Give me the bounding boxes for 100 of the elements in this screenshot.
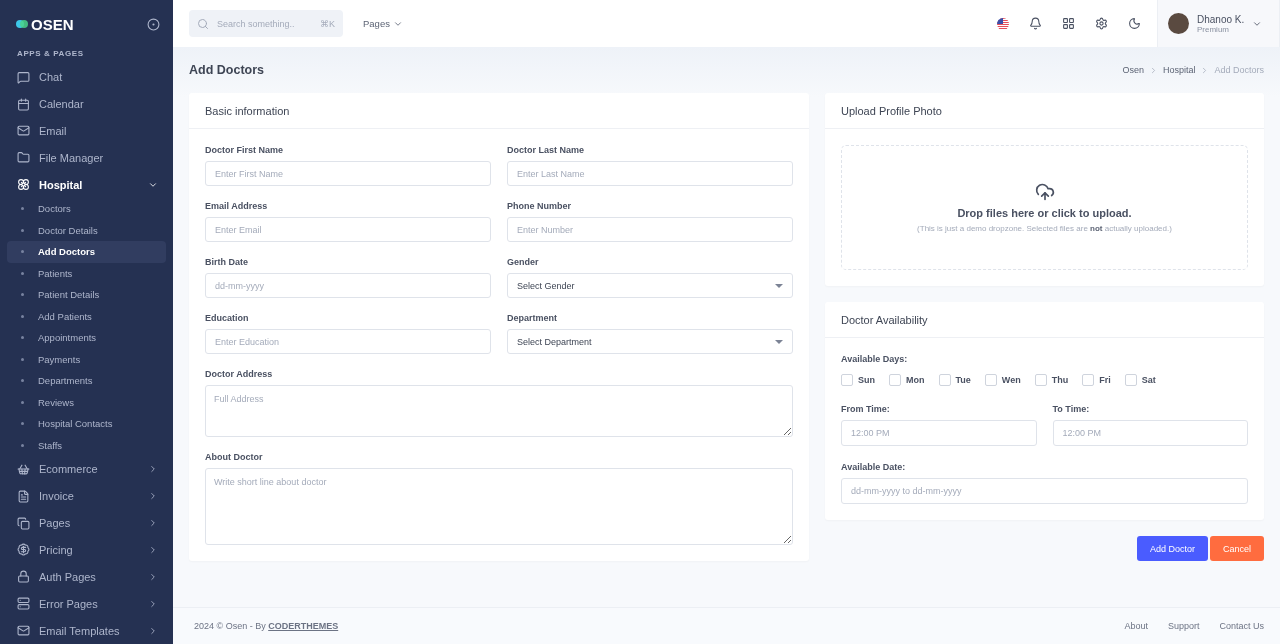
sidebar-item[interactable]: Pages — [7, 509, 166, 537]
chevron-icon — [148, 598, 158, 609]
sidebar-subitem[interactable]: Add Doctors — [7, 241, 166, 263]
moon-icon[interactable] — [1128, 17, 1141, 30]
chevron-icon — [148, 491, 158, 502]
field-label: Birth Date — [205, 257, 249, 267]
checkbox[interactable] — [1082, 374, 1095, 386]
lock-icon — [17, 570, 30, 584]
sidebar-item[interactable]: Calendar — [7, 90, 166, 118]
input-field[interactable]: Enter Email — [205, 217, 491, 242]
input-field[interactable]: 12:00 PM — [841, 420, 1037, 446]
pages-icon — [17, 516, 30, 530]
sidebar-item[interactable]: Auth Pages — [7, 563, 166, 591]
mail-icon — [17, 624, 30, 637]
checkbox-label: Sat — [1141, 375, 1156, 385]
calendar-icon — [17, 97, 30, 111]
chat-icon — [17, 70, 30, 84]
field-label: Doctor Address — [205, 369, 274, 379]
sidebar-item[interactable]: Invoice — [7, 482, 166, 510]
chevron-icon — [148, 544, 158, 555]
checkbox[interactable] — [938, 374, 951, 386]
pages-menu[interactable]: Pages — [359, 18, 407, 29]
field-label: Department — [507, 313, 558, 323]
breadcrumb-item[interactable]: Hospital — [1162, 65, 1196, 75]
server-icon — [17, 597, 30, 611]
checkbox-label: Wen — [1001, 375, 1021, 385]
logo[interactable]: OSEN — [15, 15, 74, 33]
checkbox[interactable] — [984, 374, 997, 386]
sidebar-item[interactable]: Email Templates — [7, 617, 166, 644]
sidebar-subitem[interactable]: Add Patients — [7, 305, 166, 328]
chevron-icon — [148, 464, 158, 475]
checkbox[interactable] — [889, 374, 901, 386]
dropzone[interactable]: Drop files here or click to upload. (This is just a demo dropzone. Selected files are not actually uploaded.) — [841, 145, 1248, 270]
input-field[interactable]: 12:00 PM — [1052, 420, 1248, 446]
sidebar-item[interactable]: Ecommerce — [7, 455, 166, 483]
sidebar-subitem[interactable]: Patients — [7, 262, 166, 285]
upload-icon — [1034, 182, 1055, 202]
flag-icon[interactable] — [997, 17, 1009, 30]
dollar-icon — [17, 543, 30, 557]
field-label: Phone Number — [507, 201, 572, 211]
sidebar-item[interactable]: Pricing — [7, 536, 166, 564]
select-field[interactable]: Select Department — [507, 329, 793, 354]
field-label: Available Days: — [841, 354, 909, 364]
copyright-text: 2024 © Osen - By CODERTHEMES — [194, 621, 339, 631]
field-label: Gender — [507, 257, 540, 267]
checkbox[interactable] — [841, 374, 853, 386]
avatar[interactable] — [1168, 13, 1189, 34]
textarea-field[interactable]: Full Address — [205, 385, 793, 437]
sidebar-subitem[interactable]: Patient Details — [7, 284, 166, 306]
sidebar-subitem[interactable]: Appointments — [7, 327, 166, 349]
sidebar-subitem[interactable]: Reviews — [7, 391, 166, 413]
flower-icon — [17, 178, 30, 192]
sidebar-subitem[interactable]: Doctor Details — [7, 219, 166, 242]
field-label: Education — [205, 313, 250, 323]
select-field[interactable]: Select Gender — [507, 273, 793, 298]
sidebar-subitem[interactable]: Payments — [7, 348, 166, 370]
input-field[interactable]: dd-mm-yyyy to dd-mm-yyyy — [841, 478, 1248, 504]
input-field[interactable]: Enter Number — [507, 217, 793, 242]
section-title: APPS & PAGES — [16, 48, 85, 60]
sidebar-item[interactable]: Error Pages — [7, 590, 166, 618]
basket-icon — [17, 462, 30, 476]
user-role: Premium — [1197, 24, 1230, 34]
card-title: Basic information — [189, 93, 809, 129]
field-label: To Time: — [1052, 404, 1091, 414]
checkbox-label: Thu — [1051, 375, 1069, 385]
apps-icon[interactable] — [1062, 17, 1075, 30]
sidebar-subitem[interactable]: Hospital Contacts — [7, 412, 166, 435]
sidebar-item[interactable]: Email — [7, 117, 166, 145]
card-title: Doctor Availability — [825, 302, 1264, 338]
field-label: Doctor Last Name — [507, 145, 586, 155]
input-field[interactable]: Enter First Name — [205, 161, 491, 186]
sidebar-item[interactable]: Chat — [7, 63, 166, 91]
field-label: From Time: — [841, 404, 891, 414]
sidebar-item[interactable]: Hospital — [7, 171, 166, 199]
input-field[interactable]: Enter Last Name — [507, 161, 793, 186]
toggle-icon[interactable] — [147, 17, 160, 31]
textarea-field[interactable]: Write short line about doctor — [205, 468, 793, 545]
footer-link[interactable]: About — [1124, 621, 1148, 631]
dropzone-heading: Drop files here or click to upload. — [957, 207, 1132, 219]
chevron-icon — [148, 518, 158, 529]
breadcrumb-item[interactable]: Osen — [1122, 65, 1144, 75]
checkbox[interactable] — [1034, 374, 1047, 386]
field-label: Doctor First Name — [205, 145, 285, 155]
author-link[interactable]: CODERTHEMES — [268, 621, 339, 631]
input-field[interactable]: dd-mm-yyyy — [205, 273, 491, 298]
settings-icon[interactable] — [1095, 17, 1108, 30]
sidebar-subitem[interactable]: Staffs — [7, 434, 166, 456]
checkbox[interactable] — [1124, 374, 1137, 386]
user-name: Dhanoo K. — [1197, 13, 1245, 25]
bell-icon[interactable] — [1029, 17, 1042, 30]
footer-link[interactable]: Contact Us — [1219, 621, 1264, 631]
footer-link[interactable]: Support — [1167, 621, 1200, 631]
sidebar-subitem[interactable]: Departments — [7, 370, 166, 392]
submit-button[interactable]: Add Doctor — [1136, 536, 1208, 561]
dropzone-note: (This is just a demo dropzone. Selected files are not actually uploaded.) — [917, 224, 1172, 233]
search-icon — [197, 17, 209, 30]
chevron-icon — [148, 571, 158, 582]
sidebar-item[interactable]: File Manager — [7, 144, 166, 172]
sidebar-subitem[interactable]: Doctors — [7, 198, 166, 220]
input-field[interactable]: Enter Education — [205, 329, 491, 354]
